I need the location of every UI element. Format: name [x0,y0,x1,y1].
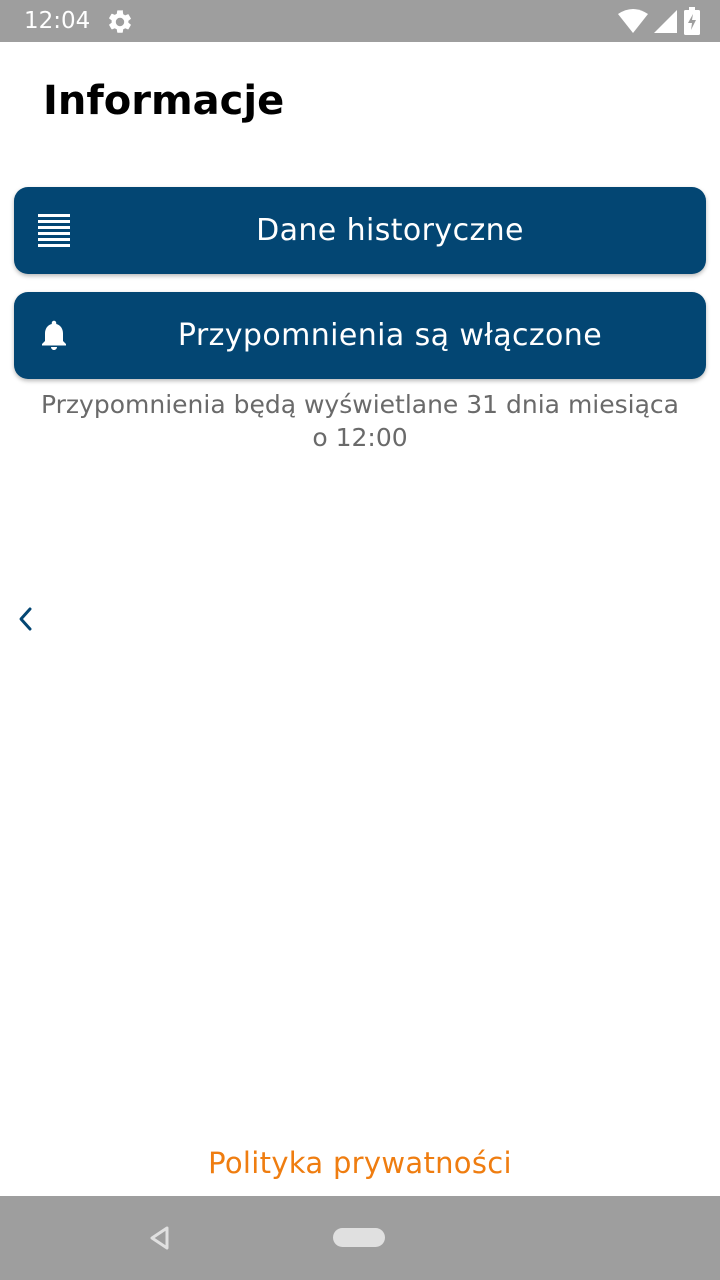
nav-back-icon[interactable] [146,1224,174,1252]
reminders-toggle-button[interactable]: Przypomnienia są włączone [14,292,706,379]
nav-home-pill[interactable] [333,1228,385,1247]
status-time: 12:04 [24,8,91,34]
status-bar: 12:04 [0,0,720,42]
list-icon [38,214,70,247]
settings-gear-icon [109,10,131,33]
reminder-schedule-text: Przypomnienia będą wyświetlane 31 dnia m… [0,388,720,454]
reminders-label: Przypomnienia są włączone [177,318,603,353]
wifi-icon [618,9,648,33]
page-title: Informacje [43,78,285,124]
historical-data-label: Dane historyczne [256,213,524,248]
system-navigation-bar [0,1196,720,1280]
privacy-policy-link[interactable]: Polityka prywatności [0,1143,720,1183]
chevron-left-icon[interactable] [12,604,42,634]
battery-icon [684,7,700,35]
reminder-schedule-line-1: Przypomnienia będą wyświetlane 31 dnia m… [41,390,679,419]
bell-icon [42,320,66,350]
status-icons [618,7,700,35]
historical-data-button[interactable]: Dane historyczne [14,187,706,274]
reminder-schedule-line-2: o 12:00 [312,423,408,452]
cell-signal-icon [654,10,677,33]
